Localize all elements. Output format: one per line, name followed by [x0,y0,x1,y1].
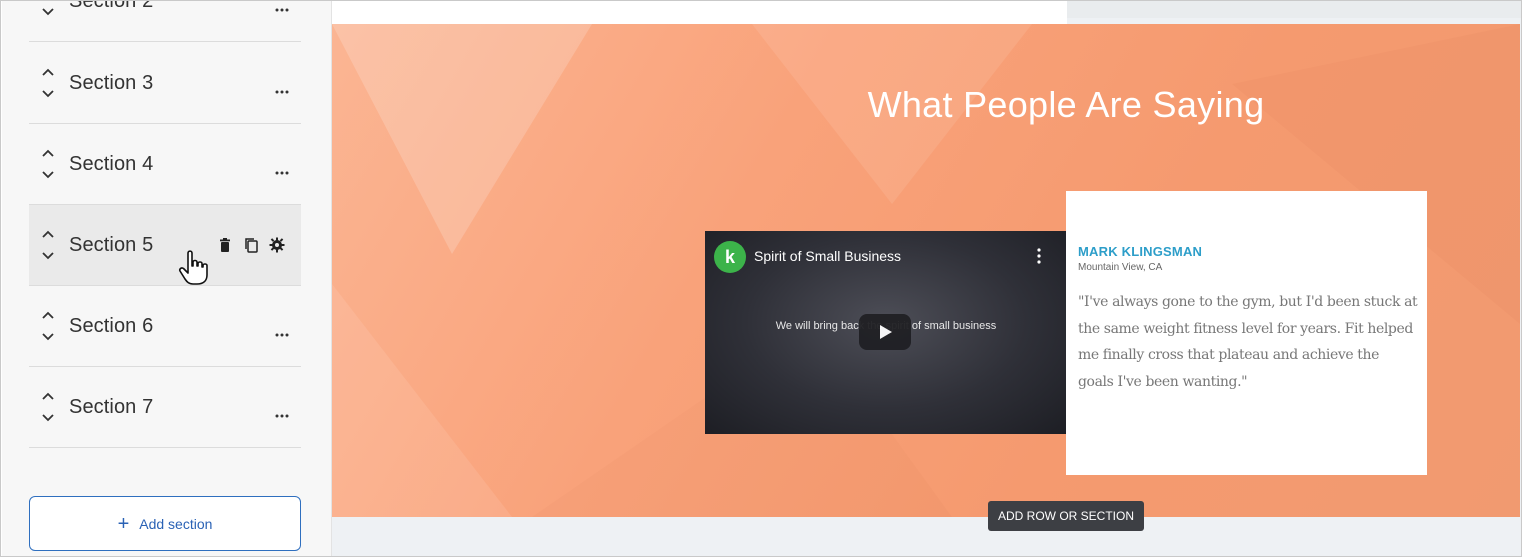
copy-icon[interactable] [243,237,259,253]
section-label: Section 7 [69,395,154,418]
reorder-icon[interactable] [41,146,55,182]
section-row[interactable]: Section 6 [29,286,301,367]
section-actions [217,237,285,253]
previous-section-edge-right [1067,1,1521,18]
testimonial-section[interactable]: What People Are Saying k Spirit of Small… [332,24,1520,517]
section-label: Section 5 [69,233,154,256]
section-label: Section 4 [69,152,154,175]
play-icon [880,325,892,339]
reorder-icon[interactable] [41,389,55,425]
section-row[interactable]: Section 4 [29,124,301,205]
previous-section-edge [332,1,1067,24]
add-section-button[interactable]: + Add section [29,496,301,551]
section-heading: What People Are Saying [867,84,1265,125]
section-row[interactable]: Section 7 [29,367,301,448]
add-row-or-section-button[interactable]: ADD ROW OR SECTION [988,501,1144,531]
section-label: Section 3 [69,71,154,94]
trash-icon[interactable] [217,237,233,253]
reorder-icon[interactable] [41,308,55,344]
page-canvas: What People Are Saying k Spirit of Small… [332,1,1521,556]
video-player[interactable]: k Spirit of Small Business We will bring… [705,231,1067,434]
channel-logo: k [714,241,746,273]
play-button[interactable] [859,314,911,350]
hand-pointer-icon [178,249,212,287]
reorder-icon[interactable] [41,65,55,101]
testimonial-location: Mountain View, CA [1078,262,1163,273]
ellipsis-icon[interactable] [275,81,289,94]
ellipsis-icon[interactable] [275,324,289,337]
sections-sidebar: Section 2 Section 3 Section 4 Section 5 … [2,0,332,556]
gear-icon[interactable] [269,237,285,253]
section-label: Section 6 [69,314,154,337]
section-row[interactable]: Section 2 [29,0,301,42]
testimonial-name: MARK KLINGSMAN [1078,244,1203,259]
add-section-label: Add section [139,515,213,532]
ellipsis-icon[interactable] [275,1,289,12]
testimonial-card[interactable]: MARK KLINGSMAN Mountain View, CA "I've a… [1066,191,1427,475]
ellipsis-icon[interactable] [275,405,289,418]
video-title[interactable]: Spirit of Small Business [754,248,901,264]
plus-icon: + [117,512,130,535]
ellipsis-icon[interactable] [275,162,289,175]
section-label: Section 2 [69,0,154,12]
vertical-ellipsis-icon[interactable] [1037,248,1041,264]
section-row[interactable]: Section 3 [29,43,301,124]
editor-window: Section 2 Section 3 Section 4 Section 5 … [0,0,1522,557]
reorder-icon[interactable] [41,1,55,19]
reorder-icon[interactable] [41,227,55,263]
section-row-hovered[interactable]: Section 5 [29,205,301,286]
testimonial-quote: "I've always gone to the gym, but I'd be… [1078,294,1418,390]
